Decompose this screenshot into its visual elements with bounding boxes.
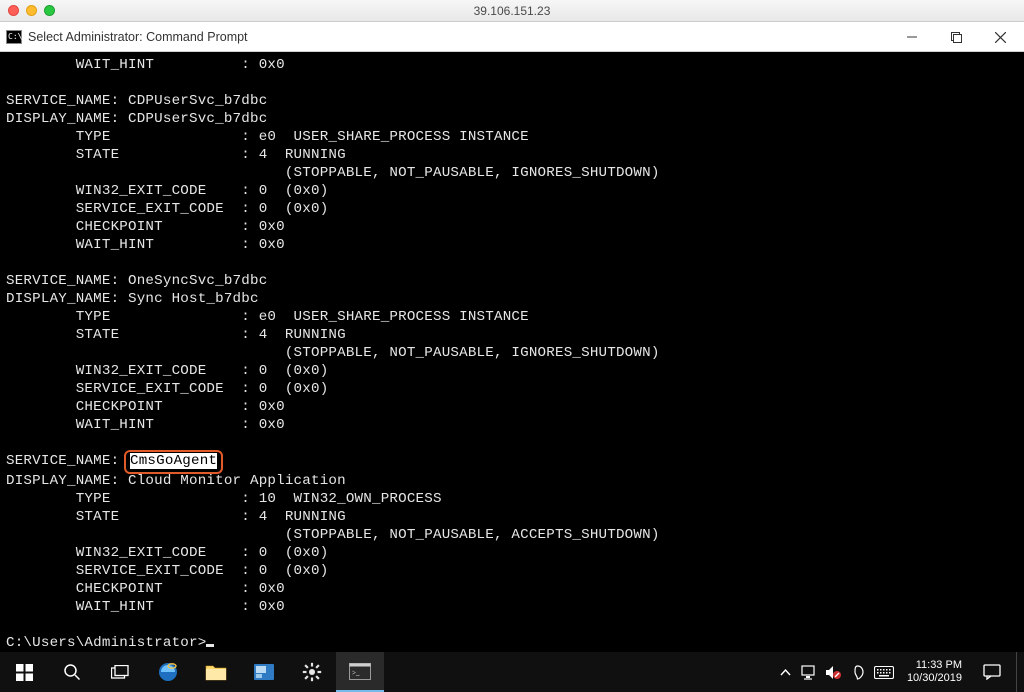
terminal-line: SERVICE_NAME: OneSyncSvc_b7dbc <box>6 273 267 289</box>
terminal-line: STATE : 4 RUNNING <box>6 509 346 525</box>
terminal-line: (STOPPABLE, NOT_PAUSABLE, IGNORES_SHUTDO… <box>6 345 660 361</box>
cmd-maximize-button[interactable] <box>934 22 978 52</box>
taskbar-right: 11:33 PM 10/30/2019 <box>777 652 1024 692</box>
prompt-line: C:\Users\Administrator> <box>6 635 206 651</box>
cmd-window-title: Select Administrator: Command Prompt <box>28 30 890 44</box>
terminal-line: SERVICE_NAME: CDPUserSvc_b7dbc <box>6 93 267 109</box>
terminal-line: DISPLAY_NAME: Cloud Monitor Application <box>6 473 346 489</box>
terminal-line: CHECKPOINT : 0x0 <box>6 399 285 415</box>
tray-volume-muted-icon[interactable] <box>825 652 843 692</box>
mac-window-title: 39.106.151.23 <box>0 4 1024 18</box>
terminal-line: WAIT_HINT : 0x0 <box>6 417 285 433</box>
terminal-line: SERVICE_NAME: <box>6 453 128 469</box>
terminal-line: CHECKPOINT : 0x0 <box>6 581 285 597</box>
taskbar-ie-icon[interactable] <box>144 652 192 692</box>
tray-network-icon[interactable] <box>801 652 819 692</box>
cmd-minimize-button[interactable] <box>890 22 934 52</box>
terminal-line: SERVICE_EXIT_CODE : 0 (0x0) <box>6 201 328 217</box>
terminal-line: WAIT_HINT : 0x0 <box>6 599 285 615</box>
cmd-close-button[interactable] <box>978 22 1022 52</box>
task-view-button[interactable] <box>96 652 144 692</box>
action-center-button[interactable] <box>974 652 1010 692</box>
mac-minimize-button[interactable] <box>26 5 37 16</box>
cmd-icon: C:\ <box>6 30 22 44</box>
cursor <box>206 644 214 647</box>
terminal-line: WAIT_HINT : 0x0 <box>6 237 285 253</box>
terminal-line: (STOPPABLE, NOT_PAUSABLE, ACCEPTS_SHUTDO… <box>6 527 660 543</box>
remote-desktop-body: C:\ Select Administrator: Command Prompt… <box>0 22 1024 692</box>
taskbar-left: >_ <box>0 652 384 692</box>
terminal-line: WIN32_EXIT_CODE : 0 (0x0) <box>6 363 328 379</box>
svg-text:>_: >_ <box>352 669 360 677</box>
taskbar-clock[interactable]: 11:33 PM 10/30/2019 <box>901 659 968 685</box>
selected-text: CmsGoAgent <box>130 453 217 469</box>
terminal-line: DISPLAY_NAME: Sync Host_b7dbc <box>6 291 259 307</box>
terminal-line: WAIT_HINT : 0x0 <box>6 57 285 73</box>
terminal-line: TYPE : 10 WIN32_OWN_PROCESS <box>6 491 442 507</box>
cmd-titlebar[interactable]: C:\ Select Administrator: Command Prompt <box>0 22 1024 52</box>
cmd-window-controls <box>890 22 1022 51</box>
terminal-line: STATE : 4 RUNNING <box>6 327 346 343</box>
terminal-line: SERVICE_EXIT_CODE : 0 (0x0) <box>6 381 328 397</box>
taskbar: >_ 11:33 PM 10/30/2019 <box>0 652 1024 692</box>
mac-maximize-button[interactable] <box>44 5 55 16</box>
terminal-line: (STOPPABLE, NOT_PAUSABLE, IGNORES_SHUTDO… <box>6 165 660 181</box>
mac-close-button[interactable] <box>8 5 19 16</box>
highlighted-service-name: CmsGoAgent <box>124 450 223 474</box>
taskbar-time: 11:33 PM <box>907 659 962 672</box>
show-desktop-button[interactable] <box>1016 652 1022 692</box>
taskbar-date: 10/30/2019 <box>907 672 962 685</box>
start-button[interactable] <box>0 652 48 692</box>
taskbar-cmd-icon[interactable]: >_ <box>336 652 384 692</box>
mac-titlebar: 39.106.151.23 <box>0 0 1024 22</box>
terminal-line: CHECKPOINT : 0x0 <box>6 219 285 235</box>
terminal-line: TYPE : e0 USER_SHARE_PROCESS INSTANCE <box>6 129 529 145</box>
taskbar-settings-icon[interactable] <box>288 652 336 692</box>
terminal-line: WIN32_EXIT_CODE : 0 (0x0) <box>6 545 328 561</box>
tray-chevron-up-icon[interactable] <box>777 652 795 692</box>
search-button[interactable] <box>48 652 96 692</box>
terminal-output[interactable]: WAIT_HINT : 0x0 SERVICE_NAME: CDPUserSvc… <box>0 52 1024 652</box>
taskbar-server-manager-icon[interactable] <box>240 652 288 692</box>
terminal-line: DISPLAY_NAME: CDPUserSvc_b7dbc <box>6 111 267 127</box>
tray-app-icon[interactable] <box>849 652 867 692</box>
mac-traffic-lights <box>8 5 55 16</box>
terminal-line: SERVICE_EXIT_CODE : 0 (0x0) <box>6 563 328 579</box>
terminal-line: WIN32_EXIT_CODE : 0 (0x0) <box>6 183 328 199</box>
taskbar-explorer-icon[interactable] <box>192 652 240 692</box>
terminal-line: STATE : 4 RUNNING <box>6 147 346 163</box>
tray-keyboard-icon[interactable] <box>873 652 895 692</box>
terminal-line: TYPE : e0 USER_SHARE_PROCESS INSTANCE <box>6 309 529 325</box>
